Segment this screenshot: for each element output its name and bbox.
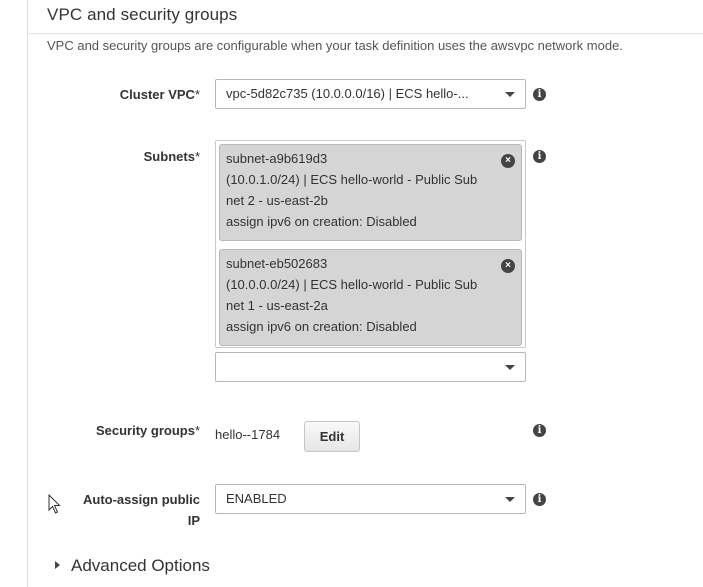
auto-assign-ip-select[interactable]: ENABLED (215, 484, 526, 514)
subnet-ipv6: assign ipv6 on creation: Disabled (226, 214, 417, 229)
subnet-cidr: (10.0.0.0/24) | ECS hello-world - Public… (226, 277, 478, 292)
auto-assign-ip-label-line2: IP (187, 513, 200, 528)
chevron-down-icon (505, 365, 515, 370)
section-title: VPC and security groups (47, 5, 238, 24)
subnet-chip: subnet-a9b619d3 (10.0.1.0/24) | ECS hell… (219, 144, 522, 241)
section-divider (28, 33, 703, 34)
subnet-id: subnet-a9b619d3 (226, 151, 328, 166)
subnet-zone: net 1 - us-east-2a (226, 298, 328, 313)
auto-assign-ip-value: ENABLED (226, 491, 287, 506)
subnet-id: subnet-eb502683 (226, 256, 328, 271)
remove-subnet-icon[interactable]: × (501, 259, 515, 273)
caret-right-icon[interactable] (55, 561, 60, 569)
required-mark: * (194, 149, 200, 164)
subnet-ipv6: assign ipv6 on creation: Disabled (226, 319, 417, 334)
subnets-label-text: Subnets (143, 149, 195, 164)
auto-assign-ip-label: Auto-assign public IP (0, 489, 200, 531)
auto-assign-ip-label-line1: Auto-assign public (83, 492, 200, 507)
edit-security-groups-button[interactable]: Edit (304, 421, 360, 452)
chevron-down-icon (505, 92, 515, 97)
mouse-pointer-icon (48, 494, 61, 514)
cluster-vpc-select[interactable]: vpc-5d82c735 (10.0.0.0/16) | ECS hello-.… (215, 79, 526, 109)
required-mark: * (194, 423, 200, 438)
security-groups-label: Security groups* (0, 420, 200, 441)
subnet-cidr: (10.0.1.0/24) | ECS hello-world - Public… (226, 172, 478, 187)
security-groups-label-text: Security groups (95, 423, 195, 438)
info-icon[interactable]: i (533, 493, 546, 506)
advanced-options-toggle[interactable]: Advanced Options (71, 556, 210, 576)
cluster-vpc-label: Cluster VPC* (0, 84, 200, 105)
security-group-name: hello--1784 (215, 427, 281, 442)
add-subnet-select[interactable] (215, 352, 526, 382)
subnets-label: Subnets* (0, 146, 200, 167)
subnets-multiselect[interactable]: subnet-a9b619d3 (10.0.1.0/24) | ECS hell… (215, 140, 526, 348)
subnet-zone: net 2 - us-east-2b (226, 193, 328, 208)
cluster-vpc-label-text: Cluster VPC (119, 87, 195, 102)
section-description: VPC and security groups are configurable… (47, 38, 623, 53)
info-icon[interactable]: i (533, 424, 546, 437)
chevron-down-icon (505, 497, 515, 502)
subnet-chip: subnet-eb502683 (10.0.0.0/24) | ECS hell… (219, 249, 522, 346)
remove-subnet-icon[interactable]: × (501, 154, 515, 168)
info-icon[interactable]: i (533, 88, 546, 101)
cluster-vpc-value: vpc-5d82c735 (10.0.0.0/16) | ECS hello-.… (226, 86, 469, 101)
required-mark: * (194, 87, 200, 102)
info-icon[interactable]: i (533, 150, 546, 163)
